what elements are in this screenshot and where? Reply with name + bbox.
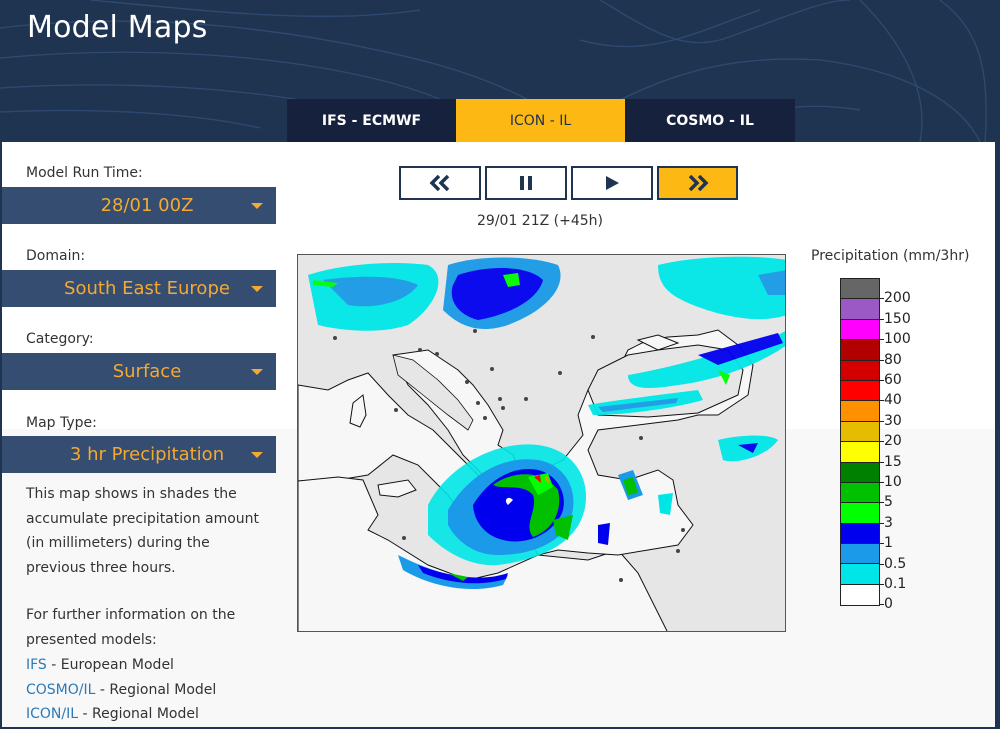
icon-il-link[interactable]: ICON/IL: [26, 706, 78, 722]
legend-swatch: [841, 380, 879, 402]
legend-swatch: [841, 523, 879, 545]
legend-swatch: [841, 442, 879, 463]
fast-forward-button[interactable]: [657, 166, 738, 200]
legend-tick-label: 60: [879, 373, 902, 387]
rewind-button[interactable]: [399, 166, 481, 200]
map-image: [298, 256, 785, 631]
precip-north-band: [308, 257, 561, 331]
legend-tick-label: 15: [879, 455, 902, 469]
play-button[interactable]: [571, 166, 653, 200]
legend-tick-label: 0.1: [879, 577, 906, 591]
sicily-land: [377, 479, 417, 498]
pause-icon: [520, 176, 532, 190]
map-type-select[interactable]: 3 hr Precipitation: [2, 436, 276, 473]
legend-swatch: [841, 279, 879, 300]
model-link-row: IFS - European Model: [26, 653, 216, 678]
legend-tick-label: 0.5: [879, 557, 906, 571]
play-icon: [606, 176, 619, 190]
legend-swatch: [841, 299, 879, 320]
map-description: This map shows in shades the accumulate …: [26, 486, 260, 576]
legend-tick-label: 200: [879, 291, 911, 305]
further-info-text: For further information on the presented…: [26, 607, 236, 648]
legend-tick-label: 150: [879, 312, 911, 326]
double-chevron-right-icon: [688, 175, 708, 191]
legend-swatch: [841, 319, 879, 341]
domain-label: Domain:: [26, 248, 86, 264]
pause-button[interactable]: [485, 166, 567, 200]
model-run-time-select[interactable]: 28/01 00Z: [2, 187, 276, 224]
map-type-value: 3 hr Precipitation: [69, 444, 225, 465]
chevron-down-icon: [251, 369, 263, 375]
legend-swatch: [841, 421, 879, 443]
category-label: Category:: [26, 331, 94, 347]
cosmo-link-desc: - Regional Model: [95, 681, 217, 698]
legend-tick-label: 30: [879, 414, 902, 428]
legend-tick-label: 40: [879, 393, 902, 407]
category-value: Surface: [112, 361, 182, 382]
double-chevron-left-icon: [429, 175, 450, 191]
legend-swatch: [841, 482, 879, 504]
legend-colorbar: [840, 278, 880, 607]
legend-tick-label: 80: [879, 353, 902, 367]
legend-swatch: [841, 564, 879, 585]
legend-swatch: [841, 401, 879, 422]
chevron-down-icon: [251, 203, 263, 209]
legend-swatch: [841, 340, 879, 361]
tab-icon-il[interactable]: ICON - IL: [456, 99, 625, 142]
legend-swatch: [841, 544, 879, 565]
legend-tick-label: 100: [879, 332, 911, 346]
forecast-timestamp: 29/01 21Z (+45h): [477, 213, 603, 229]
legend-swatch: [841, 584, 879, 606]
tab-ifs-ecmwf[interactable]: IFS - ECMWF: [287, 99, 456, 142]
model-links: IFS - European Model COSMO/IL - Regional…: [26, 653, 216, 727]
legend-tick-label: 20: [879, 434, 902, 448]
map-type-label: Map Type:: [26, 415, 97, 431]
category-select[interactable]: Surface: [2, 353, 276, 390]
cosmo-il-link[interactable]: COSMO/IL: [26, 682, 95, 698]
icon-link-desc: - Regional Model: [78, 706, 199, 722]
model-run-time-label: Model Run Time:: [26, 165, 143, 181]
model-run-time-value: 28/01 00Z: [100, 195, 194, 216]
header: Model Maps IFS - ECMWF ICON - IL COSMO -…: [0, 0, 1000, 142]
model-link-row: ICON/IL - Regional Model: [26, 702, 216, 727]
domain-value: South East Europe: [64, 278, 230, 299]
legend-title: Precipitation (mm/3hr): [811, 248, 970, 264]
ifs-link[interactable]: IFS: [26, 657, 47, 673]
playback-controls: [399, 166, 738, 200]
legend-tick-label: 5: [879, 495, 893, 509]
legend-swatch: [841, 360, 879, 381]
page-title: Model Maps: [27, 10, 208, 45]
tab-cosmo-il[interactable]: COSMO - IL: [625, 99, 795, 142]
legend-swatch: [841, 462, 879, 483]
model-tabs: IFS - ECMWF ICON - IL COSMO - IL: [287, 99, 795, 142]
legend-tick-label: 10: [879, 475, 902, 489]
ifs-link-desc: - European Model: [46, 657, 174, 673]
main-content: Model Run Time: 28/01 00Z Domain: South …: [2, 142, 995, 727]
legend-swatch: [841, 503, 879, 524]
model-link-row: COSMO/IL - Regional Model: [26, 678, 216, 703]
chevron-down-icon: [251, 452, 263, 458]
legend-tick-label: 3: [879, 516, 893, 530]
legend-tick-label: 0: [879, 597, 893, 611]
chevron-down-icon: [251, 286, 263, 292]
legend-tick-label: 1: [879, 536, 893, 550]
domain-select[interactable]: South East Europe: [2, 270, 276, 307]
precipitation-map: [297, 254, 786, 632]
